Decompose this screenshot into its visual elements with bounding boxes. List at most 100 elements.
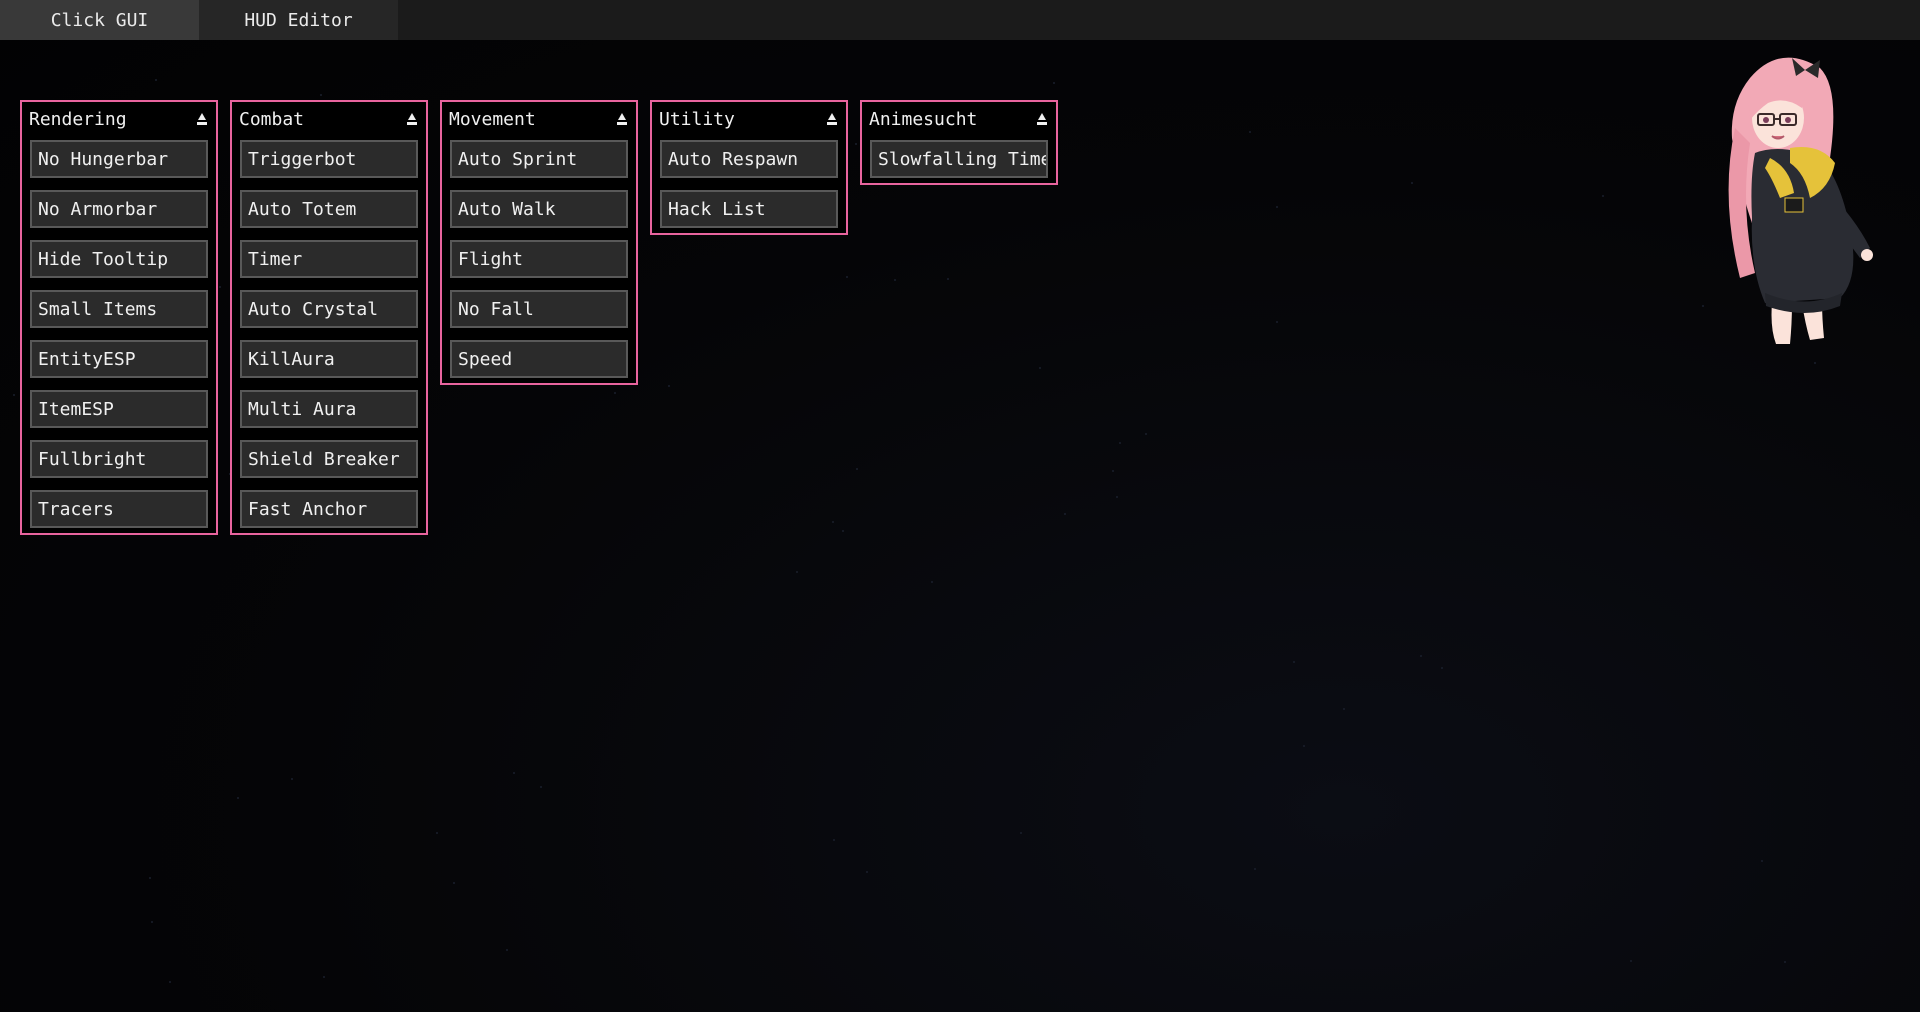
star-dot bbox=[13, 394, 15, 396]
star-dot bbox=[1112, 470, 1114, 472]
star-dot bbox=[1343, 708, 1345, 710]
module-button-no-armorbar[interactable]: No Armorbar bbox=[30, 190, 208, 228]
star-dot bbox=[1814, 362, 1816, 364]
panel-rendering[interactable]: Rendering No Hungerbar No Armorbar Hide … bbox=[20, 100, 218, 535]
panel-utility[interactable]: Utility Auto Respawn Hack List bbox=[650, 100, 848, 235]
star-dot bbox=[668, 385, 670, 387]
star-dot bbox=[894, 279, 896, 281]
module-button-small-items[interactable]: Small Items bbox=[30, 290, 208, 328]
panel-header[interactable]: Rendering bbox=[22, 102, 216, 136]
module-button-shield-breaker[interactable]: Shield Breaker bbox=[240, 440, 418, 478]
module-button-multi-aura[interactable]: Multi Aura bbox=[240, 390, 418, 428]
star-dot bbox=[436, 832, 438, 834]
star-dot bbox=[1702, 305, 1704, 307]
panel-title: Movement bbox=[449, 108, 536, 130]
module-button-auto-sprint[interactable]: Auto Sprint bbox=[450, 140, 628, 178]
star-dot bbox=[855, 143, 857, 145]
module-button-fast-anchor[interactable]: Fast Anchor bbox=[240, 490, 418, 528]
star-dot bbox=[506, 949, 508, 951]
star-dot bbox=[291, 778, 293, 780]
star-dot bbox=[866, 871, 868, 873]
star-dot bbox=[1276, 206, 1278, 208]
star-dot bbox=[1441, 667, 1443, 669]
star-dot bbox=[1119, 442, 1121, 444]
panel-combat[interactable]: Combat Triggerbot Auto Totem Timer Auto … bbox=[230, 100, 428, 535]
collapse-arrow-icon[interactable] bbox=[825, 112, 839, 126]
module-button-timer[interactable]: Timer bbox=[240, 240, 418, 278]
collapse-arrow-icon[interactable] bbox=[405, 112, 419, 126]
star-dot bbox=[832, 521, 834, 523]
star-dot bbox=[1039, 367, 1041, 369]
star-dot bbox=[149, 877, 151, 879]
module-button-slowfalling-timer[interactable]: Slowfalling Timer bbox=[870, 140, 1048, 178]
star-dot bbox=[1784, 961, 1786, 963]
module-button-auto-totem[interactable]: Auto Totem bbox=[240, 190, 418, 228]
top-tab-bar: Click GUI HUD Editor bbox=[0, 0, 1920, 40]
panel-movement[interactable]: Movement Auto Sprint Auto Walk Flight No… bbox=[440, 100, 638, 385]
star-dot bbox=[320, 94, 322, 96]
tab-hud-editor[interactable]: HUD Editor bbox=[199, 0, 398, 40]
anime-character-image bbox=[1710, 48, 1895, 346]
star-dot bbox=[1761, 860, 1763, 862]
star-dot bbox=[151, 921, 153, 923]
star-dot bbox=[237, 797, 239, 799]
star-dot bbox=[453, 882, 455, 884]
star-dot bbox=[1053, 82, 1055, 84]
star-dot bbox=[1064, 513, 1066, 515]
panel-header[interactable]: Combat bbox=[232, 102, 426, 136]
panel-header[interactable]: Animesucht bbox=[862, 102, 1056, 136]
star-dot bbox=[1020, 832, 1022, 834]
module-button-speed[interactable]: Speed bbox=[450, 340, 628, 378]
star-dot bbox=[1420, 655, 1422, 657]
module-button-hide-tooltip[interactable]: Hide Tooltip bbox=[30, 240, 208, 278]
module-button-itemesp[interactable]: ItemESP bbox=[30, 390, 208, 428]
module-button-triggerbot[interactable]: Triggerbot bbox=[240, 140, 418, 178]
star-dot bbox=[1249, 131, 1251, 133]
module-button-no-fall[interactable]: No Fall bbox=[450, 290, 628, 328]
module-button-tracers[interactable]: Tracers bbox=[30, 490, 208, 528]
module-button-no-hungerbar[interactable]: No Hungerbar bbox=[30, 140, 208, 178]
star-dot bbox=[796, 571, 798, 573]
star-dot bbox=[169, 981, 171, 983]
panel-title: Animesucht bbox=[869, 108, 978, 130]
star-dot bbox=[323, 976, 325, 978]
star-dot bbox=[846, 276, 848, 278]
panel-header[interactable]: Utility bbox=[652, 102, 846, 136]
collapse-arrow-icon[interactable] bbox=[195, 112, 209, 126]
module-button-auto-crystal[interactable]: Auto Crystal bbox=[240, 290, 418, 328]
module-button-fullbright[interactable]: Fullbright bbox=[30, 440, 208, 478]
star-dot bbox=[1116, 496, 1118, 498]
tab-click-gui[interactable]: Click GUI bbox=[0, 0, 199, 40]
panel-animesucht[interactable]: Animesucht Slowfalling Timer bbox=[860, 100, 1058, 185]
module-button-auto-respawn[interactable]: Auto Respawn bbox=[660, 140, 838, 178]
star-dot bbox=[219, 286, 221, 288]
panel-title: Rendering bbox=[29, 108, 127, 130]
star-dot bbox=[1145, 433, 1147, 435]
collapse-arrow-icon[interactable] bbox=[1035, 112, 1049, 126]
star-dot bbox=[540, 786, 542, 788]
star-dot bbox=[833, 839, 835, 841]
module-button-entityesp[interactable]: EntityESP bbox=[30, 340, 208, 378]
module-button-flight[interactable]: Flight bbox=[450, 240, 628, 278]
star-dot bbox=[1303, 745, 1305, 747]
panel-title: Utility bbox=[659, 108, 735, 130]
star-dot bbox=[1602, 195, 1604, 197]
star-dot bbox=[931, 581, 933, 583]
star-dot bbox=[1411, 182, 1413, 184]
star-dot bbox=[155, 79, 157, 81]
star-dot bbox=[1276, 321, 1278, 323]
module-button-killaura[interactable]: KillAura bbox=[240, 340, 418, 378]
star-dot bbox=[1293, 661, 1295, 663]
star-dot bbox=[1630, 960, 1632, 962]
module-button-auto-walk[interactable]: Auto Walk bbox=[450, 190, 628, 228]
star-dot bbox=[842, 530, 844, 532]
star-dot bbox=[513, 772, 515, 774]
star-dot bbox=[947, 278, 949, 280]
star-dot bbox=[1254, 868, 1256, 870]
star-dot bbox=[856, 468, 858, 470]
module-button-hack-list[interactable]: Hack List bbox=[660, 190, 838, 228]
panel-title: Combat bbox=[239, 108, 305, 130]
star-dot bbox=[614, 392, 616, 394]
panel-header[interactable]: Movement bbox=[442, 102, 636, 136]
collapse-arrow-icon[interactable] bbox=[615, 112, 629, 126]
